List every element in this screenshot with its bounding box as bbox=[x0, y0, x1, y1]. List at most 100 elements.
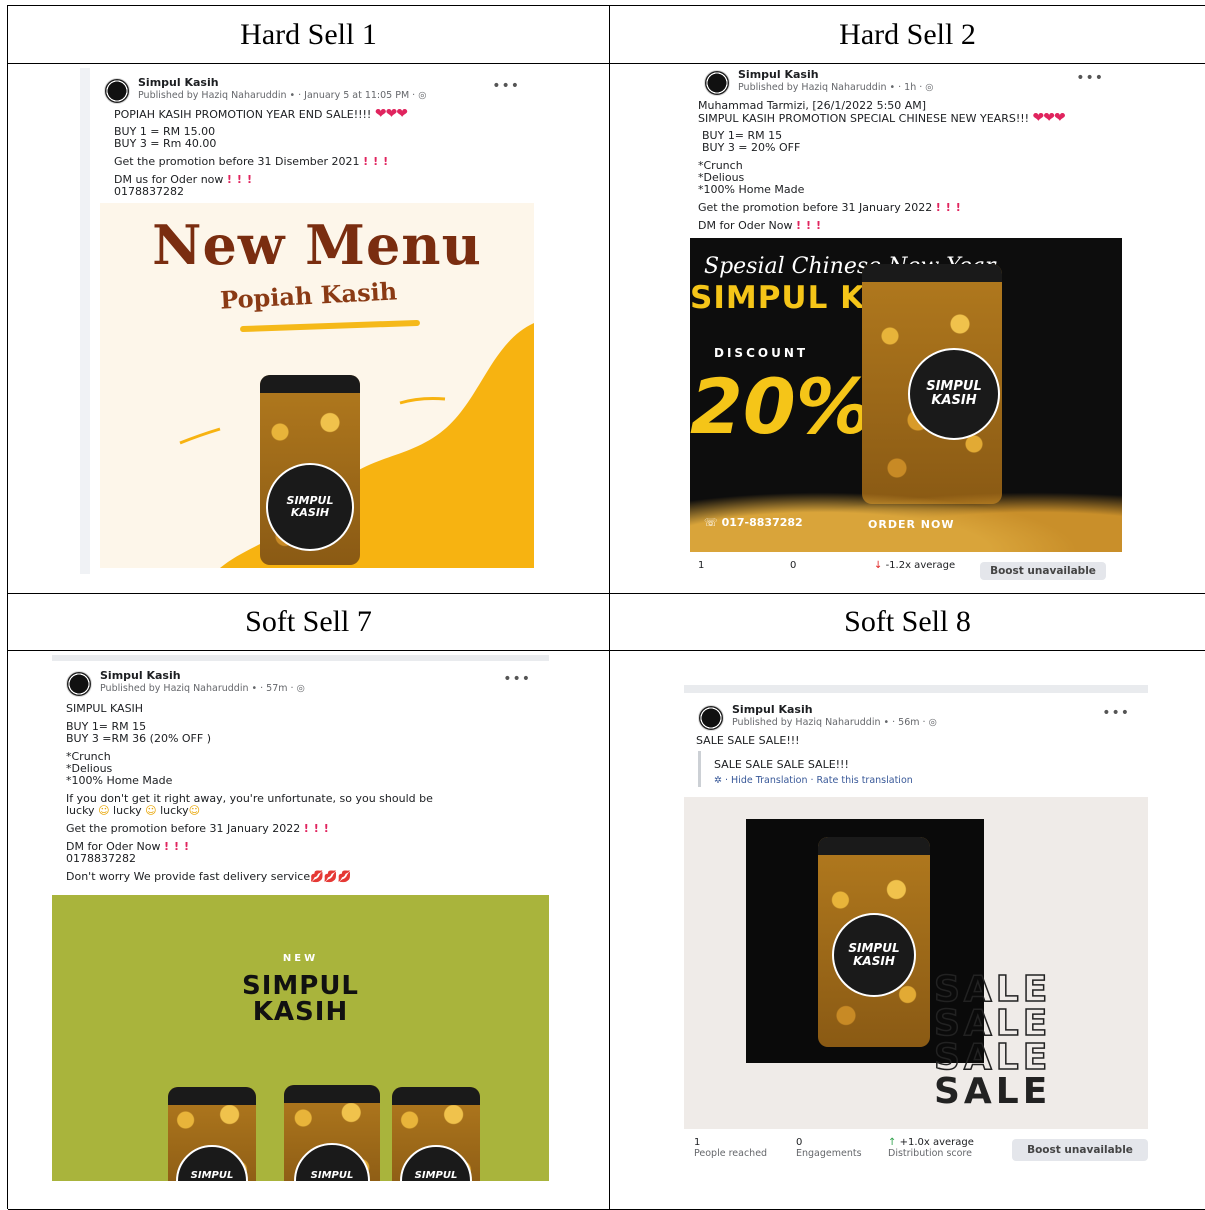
header-soft-sell-8: Soft Sell 8 bbox=[610, 594, 1205, 651]
post-text-line: lucky ☺ lucky ☺ lucky☺ bbox=[66, 804, 201, 818]
lips-emoji-icon: 💋💋💋 bbox=[310, 870, 352, 883]
post-text: Get the promotion before 31 January 2022 bbox=[698, 201, 933, 214]
post-text: Get the promotion before 31 Disember 202… bbox=[114, 155, 360, 168]
translation-links[interactable]: ✲ · Hide Translation · Rate this transla… bbox=[714, 775, 913, 788]
stat-label: People reached bbox=[694, 1148, 768, 1159]
post-text-line: Don't worry We provide fast delivery ser… bbox=[66, 870, 352, 884]
post-text-line: BUY 3 =RM 36 (20% OFF ) bbox=[66, 732, 211, 745]
stat-engagements: 0 bbox=[790, 560, 796, 571]
product-jar-image: SIMPUL KASIH bbox=[284, 1085, 380, 1181]
image-brand-line-2: KASIH bbox=[252, 997, 349, 1027]
header-soft-sell-8-text: Soft Sell 8 bbox=[844, 605, 971, 638]
cell-soft-sell-7: Simpul Kasih Published by Haziq Naharudd… bbox=[8, 651, 610, 1210]
post-text-line: Muhammad Tarmizi, [26/1/2022 5:50 AM] bbox=[698, 99, 927, 112]
stat-value: 0 bbox=[796, 1137, 803, 1148]
header-hard-sell-1: Hard Sell 1 bbox=[8, 6, 610, 64]
post-image-new-menu[interactable]: New Menu Popiah Kasih SIMPUL KASIH bbox=[100, 203, 534, 568]
stat-engagements: 0 Engagements bbox=[796, 1137, 862, 1159]
exclamation-icon: !!! bbox=[226, 173, 257, 186]
stat-people-reached: 1 People reached bbox=[694, 1137, 767, 1159]
stat-distribution: ↓ -1.2x average bbox=[874, 560, 955, 571]
post-text: SIMPUL KASIH PROMOTION SPECIAL CHINESE N… bbox=[698, 112, 1030, 125]
stat-value: -1.2x average bbox=[885, 560, 956, 571]
post-text-line: BUY 3 = 20% OFF bbox=[702, 141, 801, 154]
more-options-icon[interactable]: ••• bbox=[1076, 70, 1104, 86]
post-text-line: Get the promotion before 31 January 2022… bbox=[698, 201, 966, 215]
post-text-line: SIMPUL KASIH PROMOTION SPECIAL CHINESE N… bbox=[698, 110, 1066, 126]
exclamation-icon: !!! bbox=[303, 822, 334, 835]
order-now-text: ORDER NOW bbox=[868, 518, 955, 531]
post-text: DM for Oder Now bbox=[698, 219, 793, 232]
page-name[interactable]: Simpul Kasih bbox=[138, 76, 219, 89]
boost-button[interactable]: Boost unavailable bbox=[980, 562, 1106, 580]
hearts-emoji-icon: ❤❤❤ bbox=[374, 106, 408, 122]
sale-word-solid: SALE bbox=[934, 1071, 1052, 1112]
more-options-icon[interactable]: ••• bbox=[1102, 705, 1130, 721]
post-text: Get the promotion before 31 January 2022 bbox=[66, 822, 301, 835]
jar-label: SIMPUL KASIH bbox=[908, 348, 1000, 440]
post-text-line: BUY 3 = Rm 40.00 bbox=[114, 137, 217, 150]
hearts-emoji-icon: ❤❤❤ bbox=[1032, 110, 1066, 126]
post-text: lucky bbox=[66, 804, 95, 817]
post-image-simpul-kasih[interactable]: NEW SIMPUL KASIH SIMPUL KASIH SIMPUL KAS… bbox=[52, 895, 549, 1181]
post-text-line: SALE SALE SALE SALE!!! bbox=[714, 758, 849, 771]
facebook-post: Simpul Kasih Published by Haziq Naharudd… bbox=[684, 685, 1148, 1173]
phone-number: ☏ 017-8837282 bbox=[704, 516, 803, 529]
post-header: Simpul Kasih Published by Haziq Naharudd… bbox=[698, 703, 1138, 733]
translation-link-text[interactable]: · Hide Translation · Rate this translati… bbox=[725, 775, 913, 786]
publish-info: Published by Haziq Naharuddin • · Januar… bbox=[138, 90, 427, 101]
more-options-icon[interactable]: ••• bbox=[492, 78, 520, 94]
smile-emoji-icon: ☺ bbox=[188, 804, 201, 817]
page-avatar[interactable] bbox=[698, 705, 724, 731]
page-name[interactable]: Simpul Kasih bbox=[100, 669, 181, 682]
exclamation-icon: !!! bbox=[795, 219, 827, 232]
post-text: lucky bbox=[113, 804, 142, 817]
publish-info: Published by Haziq Naharuddin • · 56m · … bbox=[732, 717, 937, 728]
post-image-sale[interactable]: SIMPUL KASIH SALE SALE SALE SALE bbox=[684, 797, 1148, 1129]
translation-block bbox=[698, 751, 701, 787]
more-options-icon[interactable]: ••• bbox=[503, 671, 531, 687]
image-discount-value: 20% bbox=[690, 362, 872, 451]
post-text-line: Get the promotion before 31 January 2022… bbox=[66, 822, 334, 836]
smile-emoji-icon: ☺ bbox=[145, 804, 157, 817]
post-header: Simpul Kasih Published by Haziq Naharudd… bbox=[66, 669, 539, 699]
header-soft-sell-7-text: Soft Sell 7 bbox=[245, 605, 372, 638]
product-jar-image: SIMPUL KASIH bbox=[168, 1087, 256, 1181]
post-text: POPIAH KASIH PROMOTION YEAR END SALE!!!! bbox=[114, 108, 372, 121]
boost-button[interactable]: Boost unavailable bbox=[1012, 1139, 1148, 1161]
post-text-line: SALE SALE SALE!!! bbox=[696, 734, 800, 747]
jar-label: SIMPUL KASIH bbox=[294, 1143, 370, 1181]
facebook-post: Simpul Kasih Published by Haziq Naharudd… bbox=[80, 68, 538, 574]
cell-soft-sell-8: Simpul Kasih Published by Haziq Naharudd… bbox=[610, 651, 1205, 1210]
post-text-line: POPIAH KASIH PROMOTION YEAR END SALE!!!!… bbox=[114, 106, 408, 122]
jar-label: SIMPUL KASIH bbox=[266, 463, 354, 551]
product-jar-image: SIMPUL KASIH bbox=[862, 264, 1002, 504]
page-name[interactable]: Simpul Kasih bbox=[732, 703, 813, 716]
publish-info: Published by Haziq Naharuddin • · 57m · … bbox=[100, 683, 305, 694]
jar-label: SIMPUL KASIH bbox=[832, 913, 916, 997]
page-avatar[interactable] bbox=[66, 671, 92, 697]
arrow-up-icon: ↑ bbox=[888, 1137, 897, 1148]
header-hard-sell-2-text: Hard Sell 2 bbox=[839, 17, 976, 51]
stat-label: Distribution score bbox=[888, 1148, 972, 1159]
post-header: Simpul Kasih Published by Haziq Naharudd… bbox=[104, 76, 528, 106]
page-name[interactable]: Simpul Kasih bbox=[738, 68, 819, 81]
cell-hard-sell-2: Simpul Kasih Published by Haziq Naharudd… bbox=[610, 64, 1205, 594]
page-avatar[interactable] bbox=[704, 70, 730, 96]
exclamation-icon: !!! bbox=[163, 840, 195, 853]
stat-value: 0 bbox=[790, 560, 797, 571]
post-text-line: *100% Home Made bbox=[66, 774, 173, 787]
post-text-line: *100% Home Made bbox=[698, 183, 805, 196]
page-avatar[interactable] bbox=[104, 78, 130, 104]
post-text-line: DM for Oder Now !!! bbox=[698, 219, 827, 233]
sale-word-outline: SALE bbox=[933, 1003, 1052, 1044]
post-image-cny-discount[interactable]: Spesial Chinese New Year SIMPUL KASIH DI… bbox=[690, 238, 1122, 552]
comparison-table: Hard Sell 1 Hard Sell 2 Simpul Kasih Pub… bbox=[7, 5, 1205, 1210]
facebook-post: Simpul Kasih Published by Haziq Naharudd… bbox=[52, 655, 549, 1181]
exclamation-icon: !!! bbox=[363, 155, 394, 168]
product-jar-image: SIMPUL KASIH bbox=[260, 375, 360, 565]
stat-label: Engagements bbox=[796, 1148, 862, 1159]
stat-distribution: ↑ +1.0x average Distribution score bbox=[888, 1137, 974, 1159]
exclamation-icon: !!! bbox=[935, 201, 966, 214]
sale-word-outline: SALE bbox=[933, 969, 1052, 1010]
